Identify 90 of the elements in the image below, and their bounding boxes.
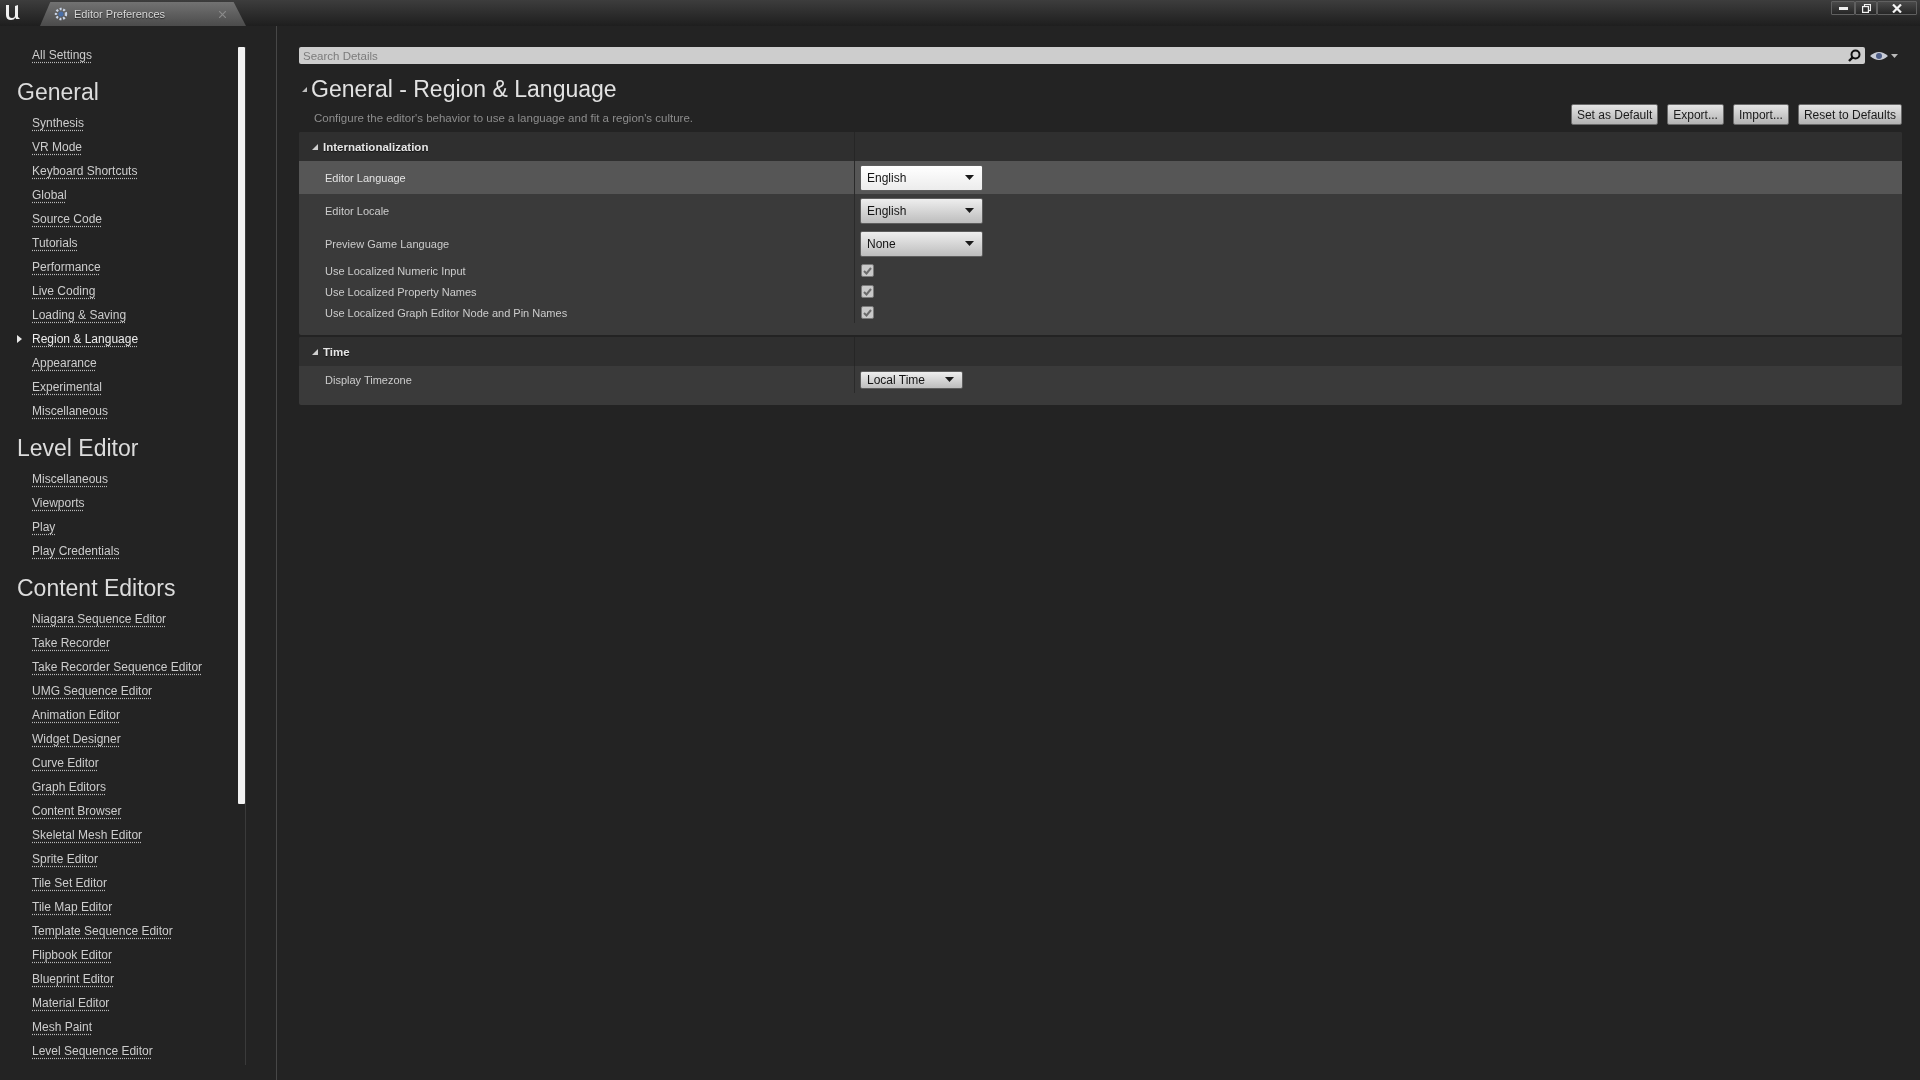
property-label: Use Localized Graph Editor Node and Pin Names <box>325 306 568 319</box>
search-field[interactable]: Search Details <box>299 47 1865 64</box>
caret-icon <box>965 175 974 180</box>
selection-arrow-icon <box>17 335 22 343</box>
sidebar-link[interactable]: Live Coding <box>32 284 96 298</box>
property-label: Use Localized Numeric Input <box>325 264 466 277</box>
sidebar-link[interactable]: Play Credentials <box>32 544 120 558</box>
sidebar-link[interactable]: Curve Editor <box>32 756 99 770</box>
dropdown[interactable]: English <box>860 197 983 224</box>
close-button[interactable] <box>1877 1 1917 15</box>
checkbox[interactable] <box>861 285 874 298</box>
page-description: Configure the editor's behavior to use a language and fit a region's culture. <box>314 111 694 126</box>
sidebar-link[interactable]: VR Mode <box>32 140 83 154</box>
category-heading: Level Editor <box>17 434 139 463</box>
sidebar-link[interactable]: Experimental <box>32 380 103 394</box>
sidebar-link[interactable]: Miscellaneous <box>32 472 109 486</box>
sidebar-link[interactable]: Keyboard Shortcuts <box>32 164 138 178</box>
property-label: Use Localized Property Names <box>325 285 477 298</box>
minimize-button[interactable] <box>1831 1 1855 15</box>
sidebar-link[interactable]: Skeletal Mesh Editor <box>32 828 143 842</box>
section-header[interactable]: Time <box>299 337 1902 366</box>
dropdown[interactable]: Local Time <box>860 370 963 389</box>
sidebar-link[interactable]: Sprite Editor <box>32 852 99 866</box>
sidebar-link[interactable]: Source Code <box>32 212 103 226</box>
sidebar-link[interactable]: Mesh Paint <box>32 1020 93 1034</box>
logo-icon[interactable] <box>3 2 23 22</box>
caret-icon <box>965 241 974 246</box>
page-title: General - Region & Language <box>311 75 617 103</box>
sidebar-link[interactable]: Widget Designer <box>32 732 121 746</box>
minimize-icon <box>1838 6 1848 10</box>
sidebar-link[interactable]: Loading & Saving <box>32 308 127 322</box>
sidebar-link[interactable]: Tutorials <box>32 236 78 250</box>
sidebar-link[interactable]: Niagara Sequence Editor <box>32 612 167 626</box>
section-title: Internationalization <box>323 140 429 153</box>
tab[interactable]: Editor Preferences <box>40 2 246 26</box>
collapse-triangle-icon[interactable] <box>302 86 307 92</box>
restore-icon <box>1861 3 1871 13</box>
sidebar-link[interactable]: Take Recorder <box>32 636 111 650</box>
property-label: Preview Game Language <box>325 237 450 250</box>
section-title: Time <box>323 345 350 358</box>
caret-icon <box>1891 53 1898 58</box>
action-button[interactable]: Import... <box>1732 104 1789 125</box>
dropdown[interactable]: None <box>860 230 983 257</box>
checkmark-icon <box>863 287 872 296</box>
sidebar-link[interactable]: Performance <box>32 260 101 274</box>
sidebar-link[interactable]: Viewports <box>32 496 85 510</box>
sidebar-link[interactable]: Region & Language <box>32 332 139 346</box>
checkbox[interactable] <box>861 264 874 277</box>
section-header[interactable]: Internationalization <box>299 132 1902 161</box>
caret-icon <box>965 208 974 213</box>
category-heading: General <box>17 78 99 107</box>
category-heading: Content Editors <box>17 574 176 603</box>
action-button[interactable]: Export... <box>1667 104 1724 125</box>
sidebar-link[interactable]: Flipbook Editor <box>32 948 113 962</box>
sidebar-link[interactable]: Tile Map Editor <box>32 900 113 914</box>
caret-icon <box>945 377 954 382</box>
eye-icon <box>1870 50 1888 61</box>
property-label: Display Timezone <box>325 373 412 386</box>
sidebar-link[interactable]: Level Sequence Editor <box>32 1044 153 1058</box>
close-icon <box>1892 3 1902 13</box>
checkmark-icon <box>863 308 872 317</box>
sidebar-link[interactable]: Global <box>32 188 67 202</box>
restore-button[interactable] <box>1855 1 1877 15</box>
action-button[interactable]: Set as Default <box>1570 104 1659 125</box>
sidebar-link[interactable]: Appearance <box>32 356 97 370</box>
sidebar-link[interactable]: Content Browser <box>32 804 122 818</box>
property-label: Editor Locale <box>325 204 390 217</box>
gear-icon <box>54 7 68 21</box>
sidebar-link[interactable]: Miscellaneous <box>32 404 109 418</box>
scrollbar-thumb[interactable] <box>238 47 245 804</box>
sidebar-link[interactable]: Animation Editor <box>32 708 121 722</box>
property-label: Editor Language <box>325 171 406 184</box>
sidebar-link[interactable]: Material Editor <box>32 996 110 1010</box>
checkmark-icon <box>863 266 872 275</box>
checkbox[interactable] <box>861 306 874 319</box>
sidebar-link[interactable]: Synthesis <box>32 116 85 130</box>
dropdown[interactable]: English <box>860 164 983 191</box>
sidebar-link[interactable]: Take Recorder Sequence Editor <box>32 660 203 674</box>
action-button[interactable]: Reset to Defaults <box>1797 104 1902 125</box>
search-icon[interactable] <box>1848 49 1861 62</box>
collapse-triangle-icon[interactable] <box>312 348 318 355</box>
scrollbar[interactable] <box>238 47 246 1065</box>
sidebar-link[interactable]: UMG Sequence Editor <box>32 684 153 698</box>
sidebar-link[interactable]: Graph Editors <box>32 780 107 794</box>
sidebar-link[interactable]: Blueprint Editor <box>32 972 115 986</box>
sidebar-link[interactable]: Play <box>32 520 56 534</box>
sidebar-link[interactable]: Template Sequence Editor <box>32 924 173 938</box>
sidebar-link[interactable]: Tile Set Editor <box>32 876 107 890</box>
all-settings-link[interactable]: All Settings <box>32 48 93 62</box>
collapse-triangle-icon[interactable] <box>312 143 318 150</box>
